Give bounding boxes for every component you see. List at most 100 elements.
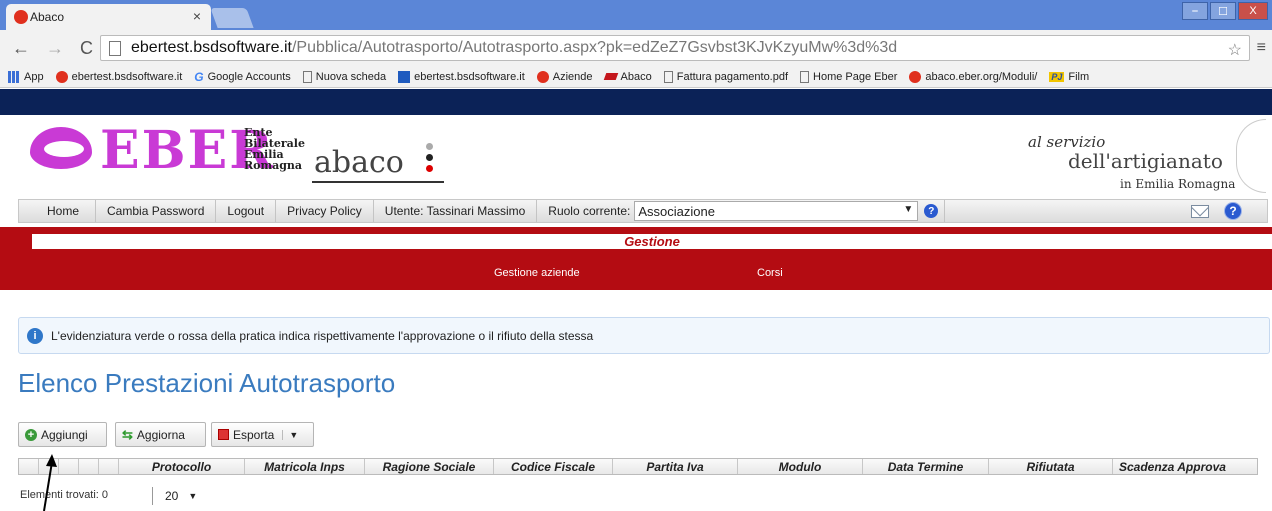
face-illustration xyxy=(1236,119,1266,193)
nav-buttons: ← → C xyxy=(12,38,93,59)
bookmark-item[interactable]: Aziende xyxy=(536,70,593,83)
role-select[interactable]: Associazione ▼ xyxy=(634,201,919,221)
page-icon xyxy=(109,41,121,56)
minimize-button[interactable]: ⎯ xyxy=(1182,2,1208,20)
tab-close-icon[interactable]: × xyxy=(193,8,201,24)
bookmark-item[interactable]: App xyxy=(8,70,44,83)
tagline-2: dell'artigianato xyxy=(1068,149,1223,173)
nav-logout[interactable]: Logout xyxy=(216,200,277,222)
abaco-logo: abaco xyxy=(314,145,404,180)
eber-logo-subtitle: Ente Bilaterale Emilia Romagna xyxy=(244,126,305,172)
abaco-icon xyxy=(603,73,618,80)
mail-icon[interactable] xyxy=(1191,205,1209,218)
page-icon xyxy=(302,70,312,83)
eber-icon xyxy=(55,70,68,83)
annotation-arrow-icon xyxy=(43,454,57,511)
url-path: /Pubblica/Autotrasporto/Autotrasporto.as… xyxy=(291,39,898,56)
nav-home[interactable]: Home xyxy=(19,200,97,222)
bookmark-item[interactable]: Fattura pagamento.pdf xyxy=(663,70,788,83)
bookmark-item[interactable]: ebertest.bsdsoftware.it xyxy=(398,70,525,83)
nav-change-password[interactable]: Cambia Password xyxy=(96,200,217,222)
top-band xyxy=(0,89,1272,115)
bookmarks-bar: App ebertest.bsdsoftware.it G Google Acco… xyxy=(0,66,1272,88)
section-title: Gestione xyxy=(32,234,1272,249)
export-label: Esporta xyxy=(233,427,275,442)
add-button[interactable]: + Aggiungi xyxy=(18,422,107,447)
url-host: ebertest.bsdsoftware.it xyxy=(131,39,292,56)
page-icon xyxy=(800,70,810,83)
floppy-icon xyxy=(218,429,229,440)
refresh-button[interactable]: ⇆ Aggiorna xyxy=(115,422,206,447)
tagline-3: in Emilia Romagna xyxy=(1120,177,1236,191)
url-bar[interactable]: ebertest.bsdsoftware.it/Pubblica/Autotra… xyxy=(100,35,1250,61)
role-value: Associazione xyxy=(638,203,715,219)
info-alert: i L'evidenziatura verde o rossa della pr… xyxy=(18,317,1270,354)
abaco-underline xyxy=(312,181,444,183)
bookmark-item[interactable]: Nuova scheda xyxy=(302,70,386,83)
apps-icon xyxy=(8,70,20,83)
bookmark-item[interactable]: PJ Film xyxy=(1049,71,1089,83)
eber-favicon-icon xyxy=(14,10,28,24)
add-label: Aggiungi xyxy=(41,427,88,442)
section-menu: Gestione Gestione aziende Corsi xyxy=(0,227,1272,290)
maximize-button[interactable]: ☐ xyxy=(1210,2,1236,20)
refresh-label: Aggiorna xyxy=(136,427,185,442)
menu-gestione-aziende[interactable]: Gestione aziende xyxy=(494,267,580,279)
page-size-select[interactable]: 20 ▼ xyxy=(152,487,197,505)
new-tab-button[interactable] xyxy=(210,8,254,28)
nav-privacy[interactable]: Privacy Policy xyxy=(276,200,374,222)
page-size-value: 20 xyxy=(165,489,179,503)
pj-icon: PJ xyxy=(1049,71,1065,82)
google-icon: G xyxy=(194,69,204,84)
grid-col-header[interactable]: Codice Fiscale xyxy=(494,459,613,474)
grid-col-header[interactable]: Rifiutata xyxy=(989,459,1113,474)
bookmark-star-icon[interactable]: ☆ xyxy=(1228,40,1242,60)
info-icon: i xyxy=(27,327,43,344)
grid-col-header[interactable]: Scadenza Approva xyxy=(1113,459,1237,474)
info-text: L'evidenziatura verde o rossa della prat… xyxy=(51,328,594,343)
bookmark-item[interactable]: G Google Accounts xyxy=(194,70,291,84)
grid-col-header[interactable]: Partita Iva xyxy=(613,459,738,474)
plus-icon: + xyxy=(25,428,37,441)
help-icon[interactable]: ? xyxy=(924,204,939,218)
bookmark-item[interactable]: ebertest.bsdsoftware.it xyxy=(55,70,182,83)
page-title: Elenco Prestazioni Autotrasporto xyxy=(18,368,396,398)
grid-header: Protocollo Matricola Inps Ragione Social… xyxy=(18,458,1258,475)
items-found: Elementi trovati: 0 xyxy=(20,489,109,501)
grid-col-header[interactable]: Matricola Inps xyxy=(245,459,365,474)
bookmark-item[interactable]: Home Page Eber xyxy=(800,70,897,83)
grid-col-header[interactable]: Modulo xyxy=(738,459,863,474)
eber-logo-icon xyxy=(30,127,92,169)
browser-tab[interactable]: Abaco × xyxy=(6,4,211,30)
dropdown-arrow-icon: ▼ xyxy=(903,204,914,215)
bookmark-item[interactable]: abaco.eber.org/Moduli/ xyxy=(909,70,1037,83)
blue-site-icon xyxy=(398,70,411,83)
close-window-button[interactable]: X xyxy=(1238,2,1268,20)
dropdown-arrow-icon: ▼ xyxy=(188,491,198,501)
export-button[interactable]: Esporta ▼ xyxy=(211,422,314,447)
site-header: EBER Ente Bilaterale Emilia Romagna abac… xyxy=(0,115,1272,199)
tab-title: Abaco xyxy=(30,10,65,24)
grid-col-header[interactable]: Data Termine xyxy=(863,459,989,474)
grid-col-spacer xyxy=(99,459,119,474)
refresh-icon: ⇆ xyxy=(122,426,133,442)
role-label: Ruolo corrente: xyxy=(548,204,631,218)
reload-icon[interactable]: C xyxy=(80,38,93,59)
address-row: ← → C ebertest.bsdsoftware.it/Pubblica/A… xyxy=(0,30,1272,66)
browser-menu-icon[interactable]: ≡ xyxy=(1257,39,1266,57)
grid-col-header[interactable]: Protocollo xyxy=(119,459,245,474)
browser-tabstrip: Abaco × ⎯ ☐ X xyxy=(0,0,1272,30)
eber-icon xyxy=(536,70,549,83)
grid-col-spacer xyxy=(59,459,79,474)
back-icon[interactable]: ← xyxy=(12,38,30,59)
window-controls: ⎯ ☐ X xyxy=(1182,2,1268,20)
help-icon[interactable]: ? xyxy=(1224,202,1242,220)
chevron-down-icon[interactable]: ▼ xyxy=(282,429,298,440)
bookmark-item[interactable]: Abaco xyxy=(603,71,652,83)
forward-icon[interactable]: → xyxy=(46,38,64,59)
abaco-dots-icon xyxy=(426,143,436,176)
nav-user: Utente: Tassinari Massimo xyxy=(374,200,538,222)
role-group: Ruolo corrente: Associazione ▼ ? xyxy=(537,200,946,222)
menu-corsi[interactable]: Corsi xyxy=(757,267,783,279)
grid-col-header[interactable]: Ragione Sociale xyxy=(365,459,494,474)
